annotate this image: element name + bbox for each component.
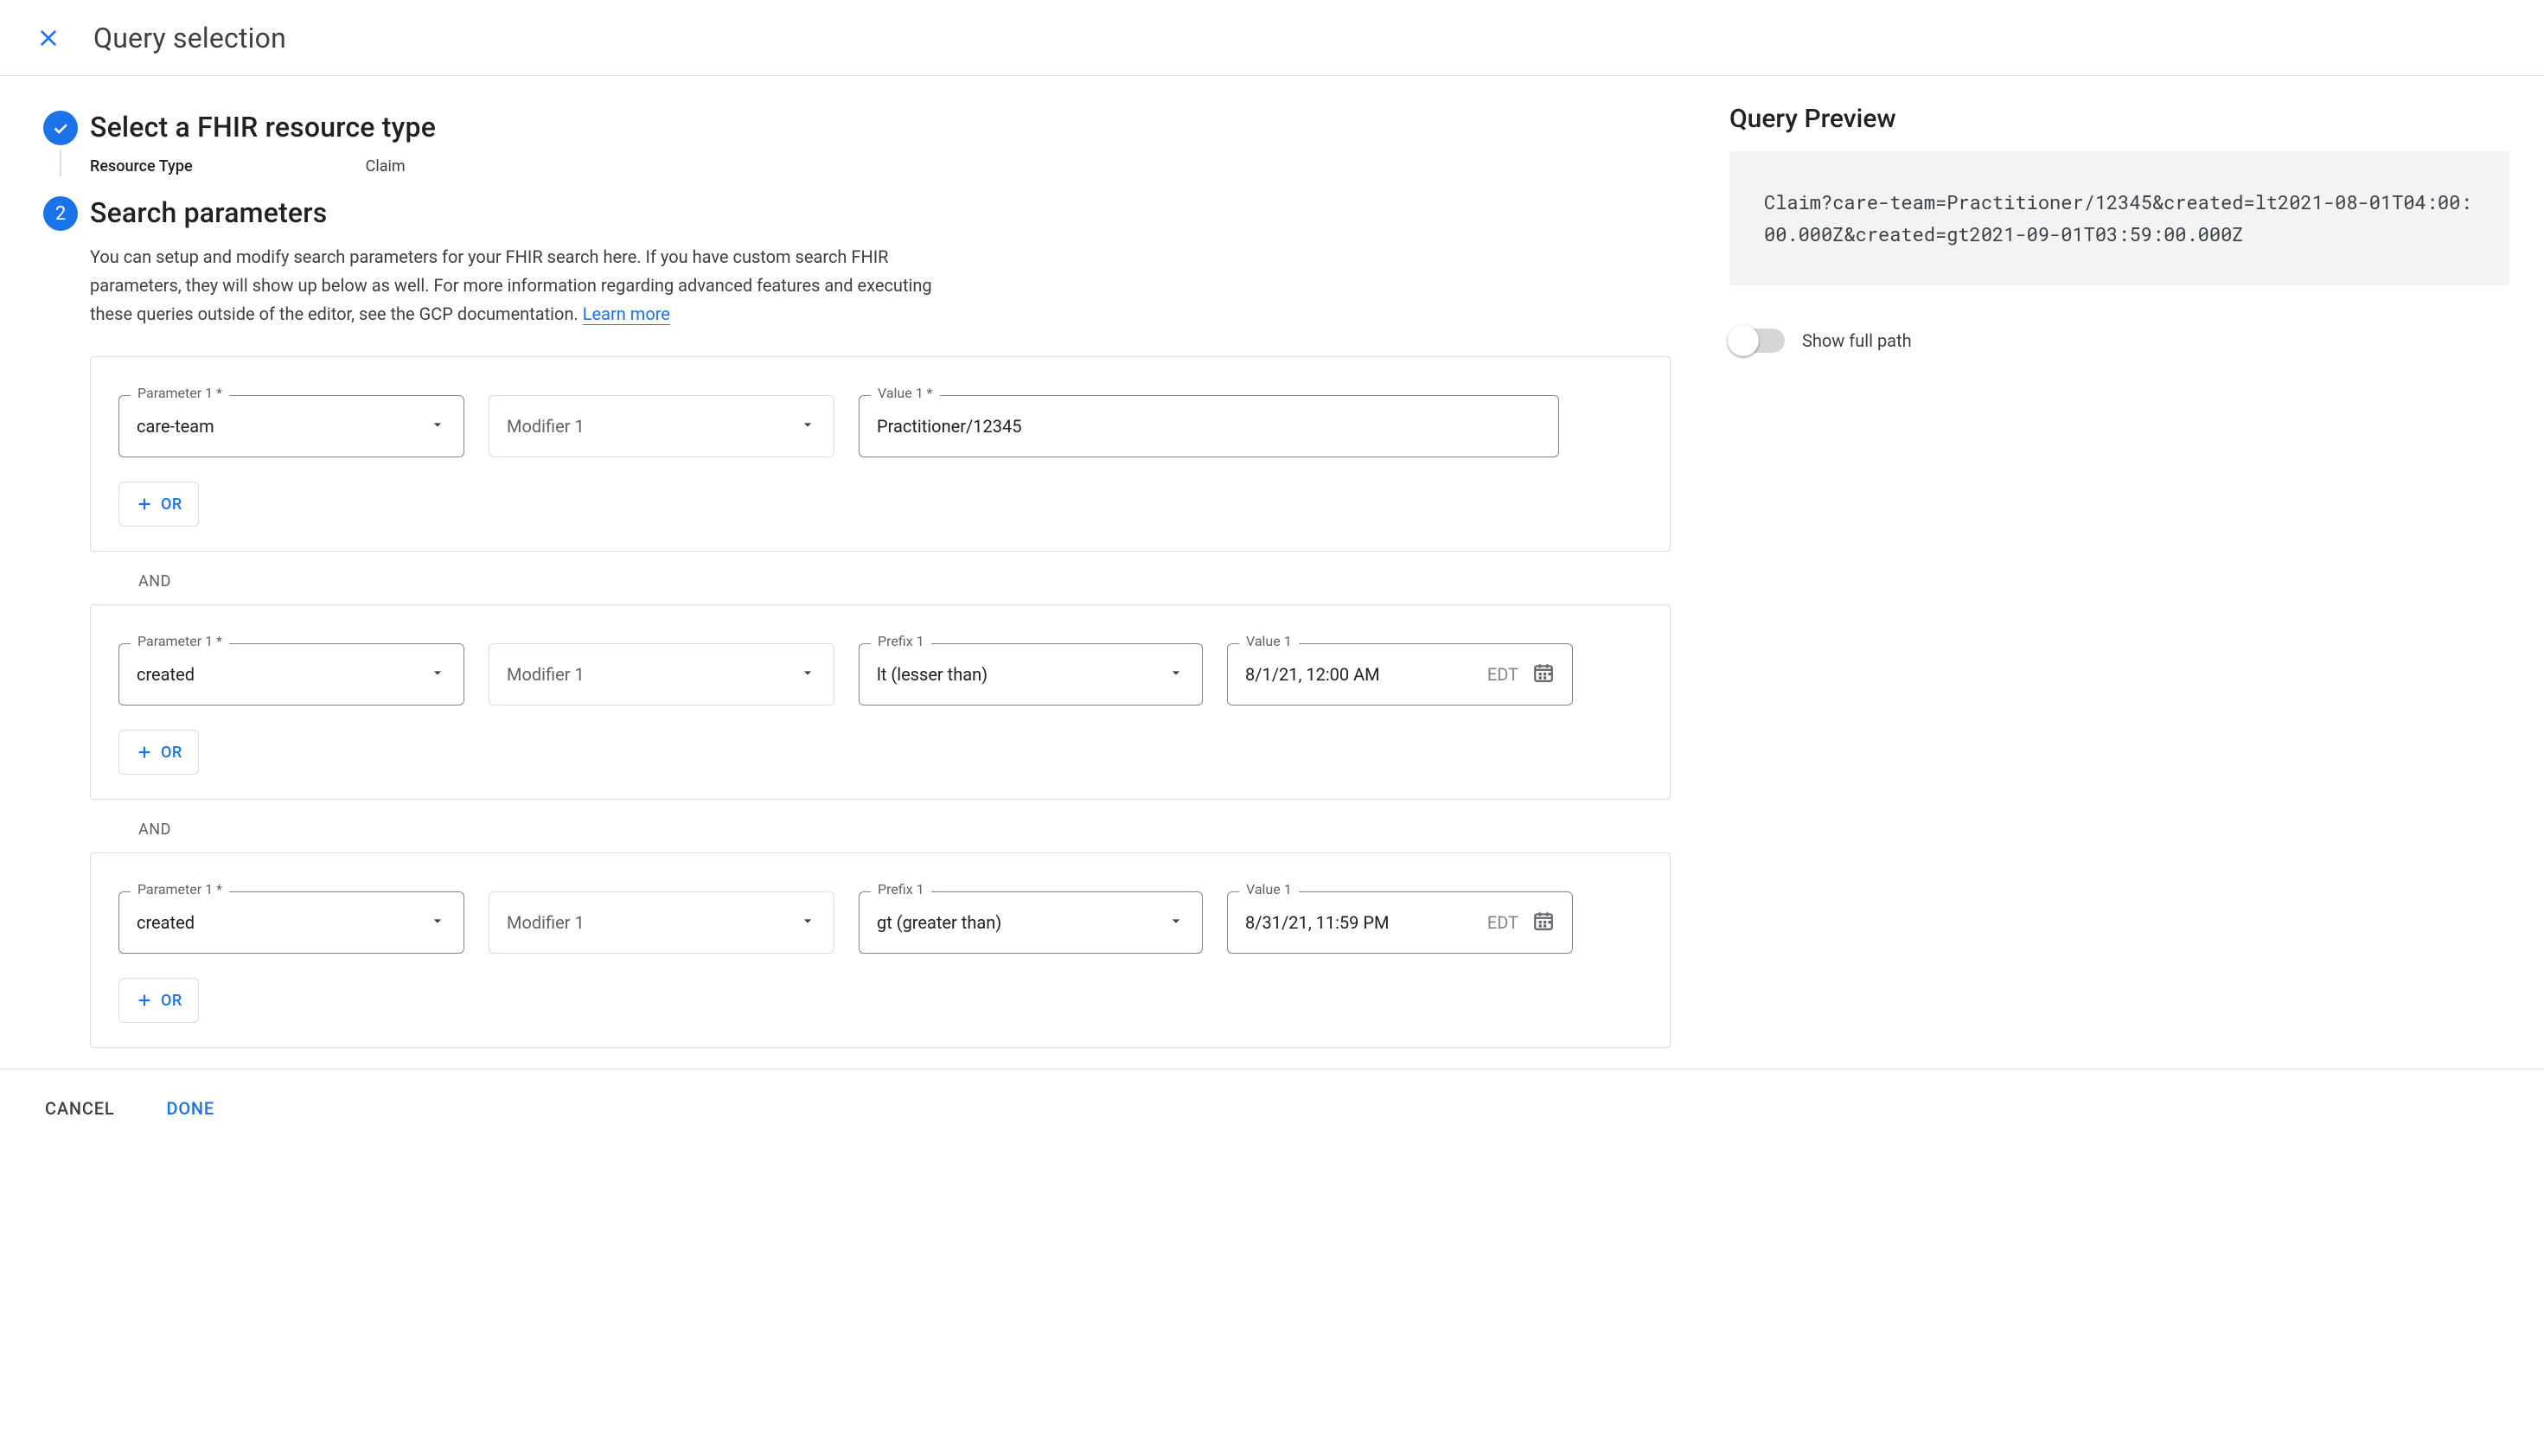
modifier-placeholder: Modifier 1 (507, 416, 585, 437)
value-label: Value 1 (1239, 633, 1299, 649)
calendar-icon[interactable] (1532, 910, 1555, 936)
prefix-label: Prefix 1 (871, 881, 931, 897)
modifier-placeholder: Modifier 1 (507, 664, 585, 685)
date-value: 8/1/21, 12:00 AM (1245, 664, 1380, 685)
query-preview-title: Query Preview (1729, 104, 2509, 134)
chevron-down-icon (799, 664, 816, 686)
prefix-label: Prefix 1 (871, 633, 931, 649)
show-full-path-label: Show full path (1802, 330, 1912, 351)
or-label: OR (161, 992, 182, 1010)
modifier-select[interactable]: Modifier 1 (489, 395, 834, 457)
modifier-select[interactable]: Modifier 1 (489, 891, 834, 954)
and-separator: AND (138, 572, 1712, 591)
timezone-text: EDT (1487, 912, 1518, 933)
help-text: You can setup and modify search paramete… (90, 243, 955, 329)
query-preview-text: Claim?care-team=Practitioner/12345&creat… (1729, 151, 2509, 285)
add-or-button[interactable]: OR (118, 482, 199, 527)
step-connector (60, 150, 61, 176)
modifier-placeholder: Modifier 1 (507, 912, 585, 933)
toggle-knob (1728, 325, 1759, 356)
resource-type-label: Resource Type (90, 157, 193, 176)
step-resource-type: Select a FHIR resource type Resource Typ… (31, 111, 1712, 196)
date-value: 8/31/21, 11:59 PM (1245, 912, 1389, 933)
prefix-select[interactable]: gt (greater than) (859, 891, 1203, 954)
show-full-path-toggle[interactable] (1729, 329, 1785, 353)
and-separator: AND (138, 821, 1712, 839)
param-group-1: Parameter 1 * care-team Modifier 1 (90, 356, 1671, 552)
timezone-text: EDT (1487, 664, 1518, 685)
add-or-button[interactable]: OR (118, 978, 199, 1023)
prefix-value: lt (lesser than) (877, 664, 988, 685)
param-label: Parameter 1 * (131, 385, 229, 401)
prefix-value: gt (greater than) (877, 912, 1001, 933)
step-complete-icon (43, 111, 78, 145)
step-title-resource: Select a FHIR resource type (90, 111, 1712, 144)
close-icon[interactable] (35, 24, 62, 52)
param-label: Parameter 1 * (131, 633, 229, 649)
chevron-down-icon (1167, 912, 1185, 934)
learn-more-link[interactable]: Learn more (583, 303, 670, 325)
modifier-select[interactable]: Modifier 1 (489, 643, 834, 706)
or-label: OR (161, 744, 182, 762)
help-text-body: You can setup and modify search paramete… (90, 246, 932, 324)
dialog-footer: CANCEL DONE (0, 1069, 2544, 1146)
value-label: Value 1 * (871, 385, 940, 401)
chevron-down-icon (429, 664, 446, 686)
done-button[interactable]: DONE (166, 1098, 214, 1119)
param-label: Parameter 1 * (131, 881, 229, 897)
chevron-down-icon (429, 416, 446, 437)
chevron-down-icon (1167, 664, 1185, 686)
date-input[interactable]: 8/1/21, 12:00 AM EDT (1227, 643, 1573, 706)
value-text: Practitioner/12345 (877, 416, 1021, 437)
chevron-down-icon (799, 912, 816, 934)
param-value: created (137, 664, 195, 685)
or-label: OR (161, 495, 182, 514)
cancel-button[interactable]: CANCEL (45, 1098, 114, 1119)
param-select[interactable]: care-team (118, 395, 464, 457)
dialog-title: Query selection (93, 22, 286, 54)
chevron-down-icon (429, 912, 446, 934)
param-value: care-team (137, 416, 214, 437)
param-select[interactable]: created (118, 643, 464, 706)
date-input[interactable]: 8/31/21, 11:59 PM EDT (1227, 891, 1573, 954)
param-value: created (137, 912, 195, 933)
value-input[interactable]: Practitioner/12345 (859, 395, 1559, 457)
param-group-2: Parameter 1 * created Modifier 1 (90, 604, 1671, 800)
resource-type-value: Claim (366, 157, 406, 176)
prefix-select[interactable]: lt (lesser than) (859, 643, 1203, 706)
chevron-down-icon (799, 416, 816, 437)
param-group-3: Parameter 1 * created Modifier 1 (90, 853, 1671, 1048)
value-label: Value 1 (1239, 881, 1299, 897)
dialog-header: Query selection (0, 0, 2544, 76)
calendar-icon[interactable] (1532, 661, 1555, 688)
param-select[interactable]: created (118, 891, 464, 954)
step-search-parameters: 2 Search parameters You can setup and mo… (31, 196, 1712, 1069)
step-number-icon: 2 (43, 196, 78, 231)
add-or-button[interactable]: OR (118, 730, 199, 775)
step-title-params: Search parameters (90, 196, 1712, 229)
